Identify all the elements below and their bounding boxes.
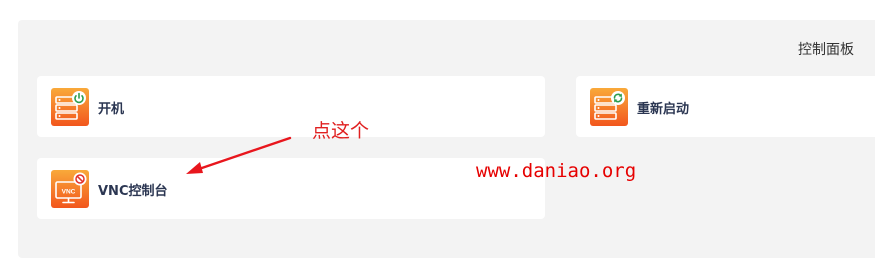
vnc-console-label: VNC控制台 xyxy=(98,184,168,199)
server-refresh-icon xyxy=(590,88,628,126)
server-power-icon xyxy=(51,88,89,126)
reboot-button[interactable]: 重新启动 xyxy=(576,76,875,137)
annotation-arrow xyxy=(186,136,292,174)
svg-text:VNC: VNC xyxy=(62,189,76,196)
power-on-label: 开机 xyxy=(98,102,125,117)
power-on-button[interactable]: 开机 xyxy=(37,76,545,137)
annotation-callout: 点这个 xyxy=(312,120,370,142)
reboot-label: 重新启动 xyxy=(637,102,690,117)
panel-title: 控制面板 xyxy=(798,42,854,58)
watermark-text: www.daniao.org xyxy=(476,160,637,182)
control-panel: 控制面板 xyxy=(18,20,875,258)
monitor-vnc-icon: VNC xyxy=(51,170,89,208)
